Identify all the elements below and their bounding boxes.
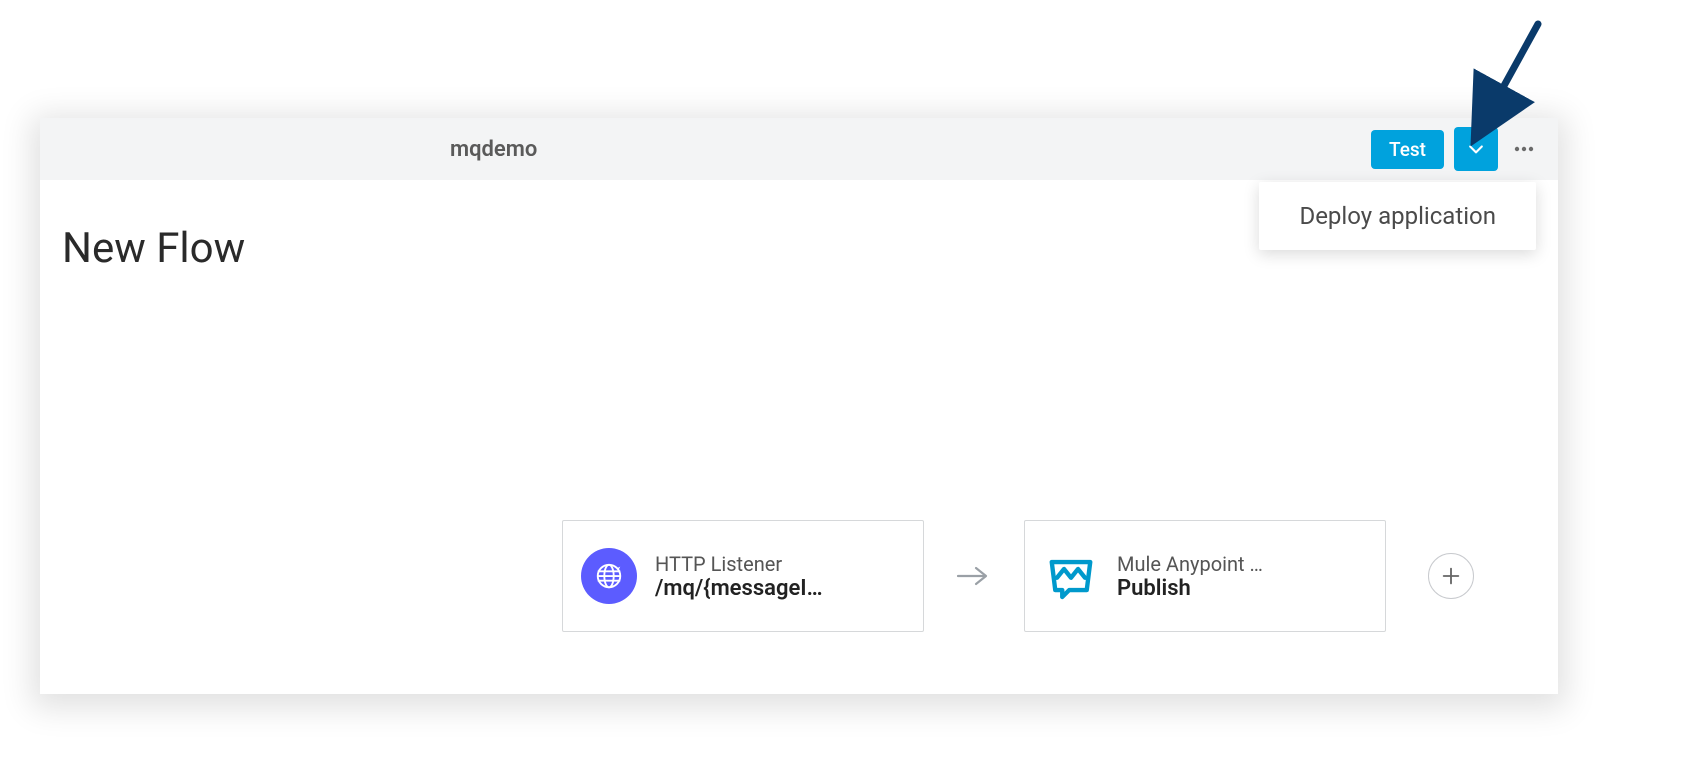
http-listener-icon: [581, 548, 637, 604]
arrow-right-icon: [956, 564, 992, 588]
add-node-button[interactable]: [1428, 553, 1474, 599]
node-text: HTTP Listener /mq/{messageI…: [655, 552, 823, 601]
flow-connector: [924, 564, 1024, 588]
more-horizontal-icon: [1512, 137, 1536, 161]
globe-icon: [594, 561, 624, 591]
flow-canvas[interactable]: New Flow HTTP Listener /mq/{messageI…: [40, 180, 1558, 694]
header-actions: Test: [1371, 118, 1540, 180]
flow-title: New Flow: [62, 224, 245, 273]
node-value-label: Publish: [1117, 576, 1263, 601]
flow-node-mq-publish[interactable]: Mule Anypoint … Publish: [1024, 520, 1386, 632]
dropdown-toggle-button[interactable]: [1454, 127, 1498, 171]
flow-row: HTTP Listener /mq/{messageI…: [562, 520, 1474, 632]
app-window: mqdemo Test Deploy application New Flow: [40, 118, 1558, 694]
node-type-label: HTTP Listener: [655, 552, 823, 576]
anypoint-mq-icon: [1043, 548, 1099, 604]
more-options-button[interactable]: [1508, 127, 1540, 171]
header-bar: mqdemo Test Deploy application: [40, 118, 1558, 180]
node-type-label: Mule Anypoint …: [1117, 552, 1263, 576]
deploy-application-item[interactable]: Deploy application: [1299, 202, 1496, 230]
chevron-down-icon: [1466, 139, 1486, 159]
node-text: Mule Anypoint … Publish: [1117, 552, 1263, 601]
mq-icon: [1043, 548, 1099, 604]
node-value-label: /mq/{messageI…: [655, 576, 823, 601]
flow-node-http-listener[interactable]: HTTP Listener /mq/{messageI…: [562, 520, 924, 632]
test-button[interactable]: Test: [1371, 130, 1444, 169]
project-title: mqdemo: [450, 137, 537, 162]
plus-icon: [1440, 565, 1462, 587]
deploy-dropdown-menu: Deploy application: [1259, 182, 1536, 250]
